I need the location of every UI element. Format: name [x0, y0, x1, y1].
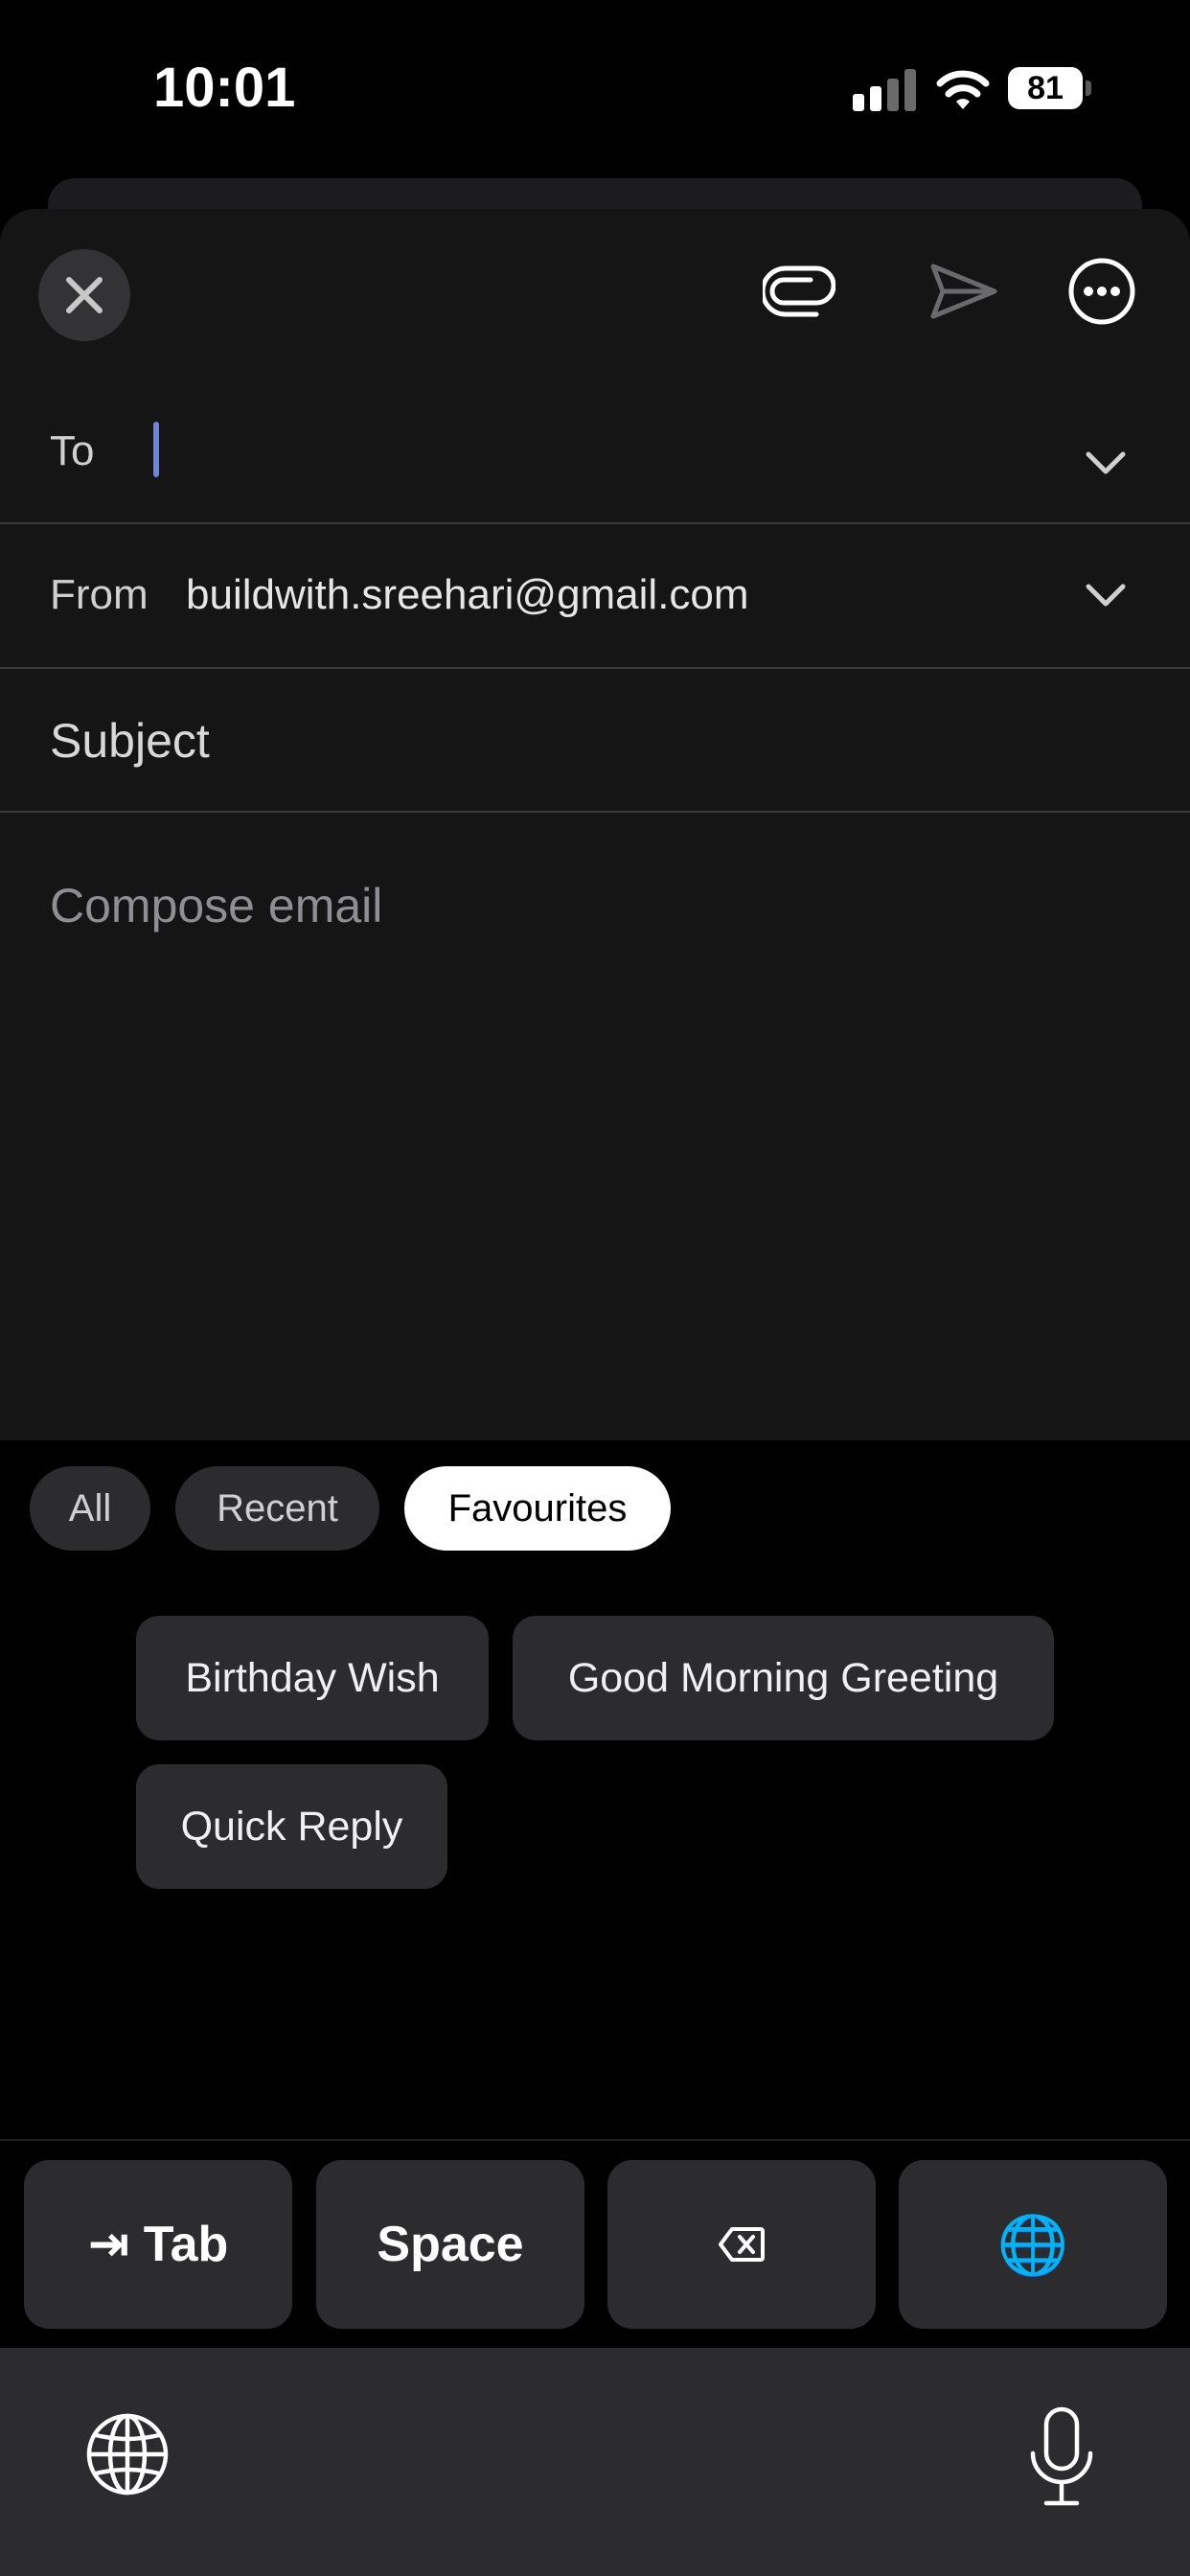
keyboard-divider [0, 2139, 1190, 2141]
template-birthday-wish[interactable]: Birthday Wish [136, 1616, 489, 1740]
status-time: 10:01 [153, 57, 296, 119]
from-label: From [50, 571, 149, 618]
subject-field[interactable]: Subject [50, 713, 210, 769]
template-good-morning-greeting[interactable]: Good Morning Greeting [513, 1616, 1054, 1740]
compose-sheet [0, 209, 1190, 1440]
delete-backward-icon [719, 2227, 765, 2262]
divider [0, 522, 1190, 524]
cellular-signal-icon [853, 69, 916, 111]
filter-all[interactable]: All [30, 1466, 150, 1551]
send-icon[interactable] [929, 261, 998, 322]
from-account[interactable]: buildwith.sreehari@gmail.com [186, 571, 749, 619]
tab-key[interactable]: ⇥ Tab [24, 2160, 292, 2329]
filter-recent[interactable]: Recent [175, 1466, 379, 1551]
more-icon[interactable] [1067, 257, 1136, 326]
filter-favourites[interactable]: Favourites [404, 1466, 671, 1551]
template-quick-reply[interactable]: Quick Reply [136, 1764, 447, 1889]
space-key[interactable]: Space [316, 2160, 584, 2329]
chevron-down-icon[interactable] [1085, 583, 1127, 610]
divider [0, 811, 1190, 813]
battery-nub [1086, 80, 1091, 96]
microphone-icon[interactable] [1025, 2405, 1098, 2509]
close-button[interactable] [38, 249, 130, 341]
close-icon [66, 277, 103, 313]
paperclip-icon[interactable] [763, 261, 835, 322]
compose-body-field[interactable]: Compose email [50, 878, 382, 933]
text-cursor [153, 422, 159, 477]
chevron-down-icon[interactable] [1085, 450, 1127, 477]
wifi-icon [936, 70, 990, 109]
keyboard-bottom-bar [0, 2348, 1190, 2576]
delete-key[interactable] [607, 2160, 876, 2329]
divider [0, 667, 1190, 669]
globe-icon[interactable] [84, 2411, 171, 2497]
globe-key[interactable]: 🌐 [899, 2160, 1167, 2329]
to-label: To [50, 427, 95, 474]
battery-indicator: 81 [1008, 67, 1083, 109]
